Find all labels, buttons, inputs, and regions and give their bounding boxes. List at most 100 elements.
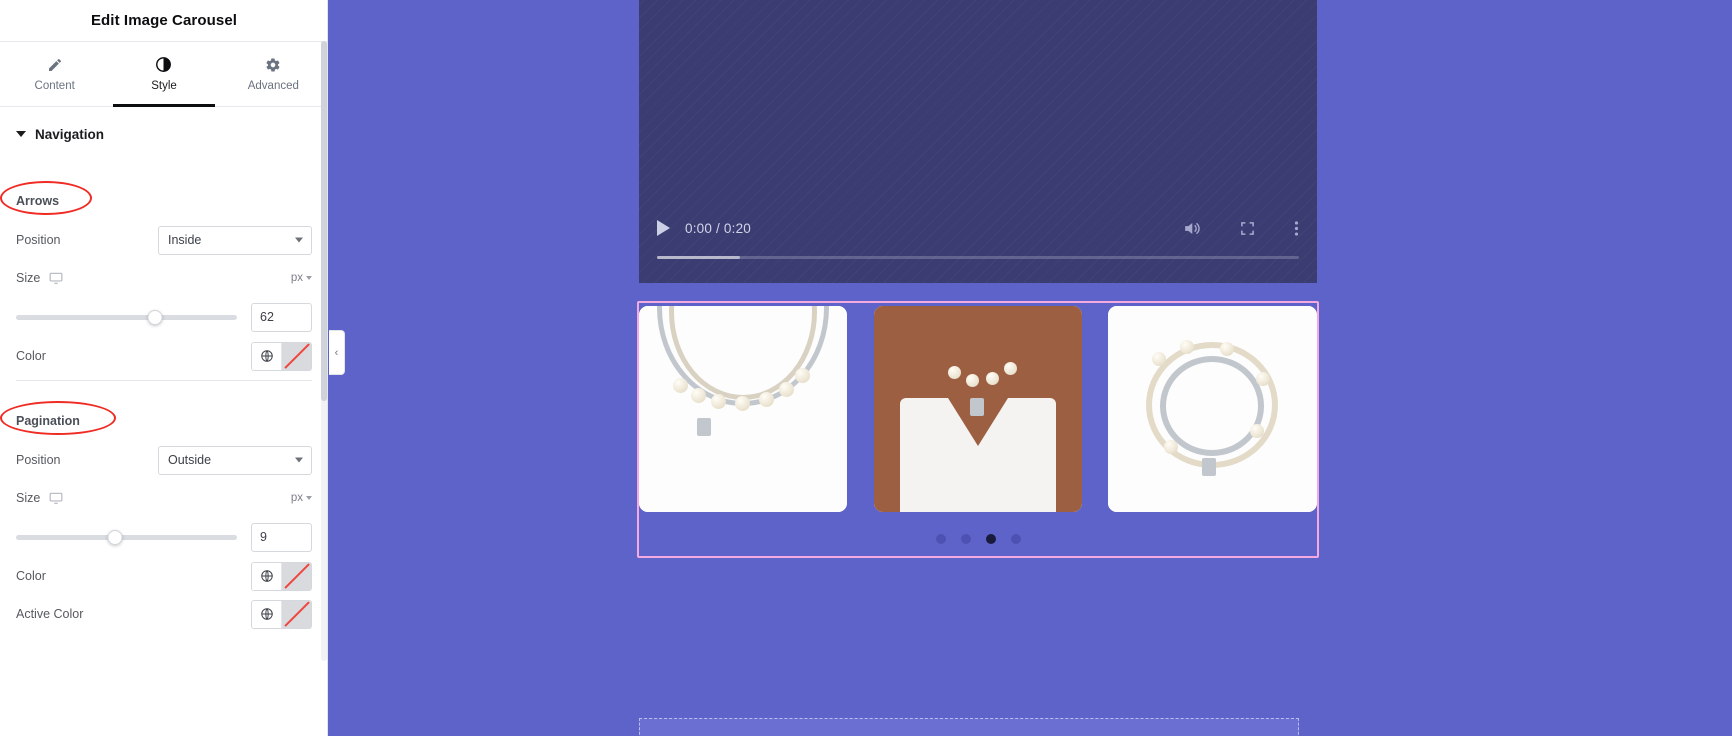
pagination-active-color-label: Active Color xyxy=(16,607,84,621)
pagination-position-select[interactable]: Outside xyxy=(158,445,312,475)
arrows-position-label: Position xyxy=(16,233,61,247)
preview-canvas: 0:00 / 0:20 xyxy=(328,0,1732,736)
slider-thumb[interactable] xyxy=(107,529,123,545)
pearl-bead xyxy=(948,366,961,379)
pagination-dot-2[interactable] xyxy=(960,534,971,544)
arrows-position-select-wrap: Inside xyxy=(158,225,312,255)
pagination-active-color-swatch-group xyxy=(251,599,312,629)
pagination-position-select-wrap: Outside xyxy=(158,445,312,475)
pencil-icon xyxy=(47,56,63,73)
pagination-color-row: Color xyxy=(16,557,312,595)
pearl-bead xyxy=(1220,342,1234,356)
pagination-position-label: Position xyxy=(16,453,61,467)
video-progress-bar[interactable] xyxy=(657,256,1299,259)
arrows-position-row: Position Inside xyxy=(16,221,312,259)
app-root: Edit Image Carousel Content Style Advanc… xyxy=(0,0,1732,736)
play-icon[interactable] xyxy=(657,220,670,236)
carousel-slide-2[interactable] xyxy=(874,306,1082,512)
lock-charm xyxy=(1202,458,1216,476)
pagination-active-color-row: Active Color xyxy=(16,595,312,633)
desktop-icon[interactable] xyxy=(49,491,63,505)
arrows-position-select[interactable]: Inside xyxy=(158,225,312,255)
pearl-bead xyxy=(986,372,999,385)
pagination-color-label: Color xyxy=(16,569,46,583)
pearl-bead xyxy=(691,388,706,403)
tab-content-label: Content xyxy=(34,80,75,92)
pagination-active-color-swatch[interactable] xyxy=(282,600,311,628)
slide-1-image xyxy=(639,306,847,512)
volume-icon[interactable] xyxy=(1182,219,1201,238)
pagination-size-label: Size xyxy=(16,491,291,505)
pearl-bead xyxy=(966,374,979,387)
pagination-dot-4[interactable] xyxy=(1010,534,1021,544)
bottom-placeholder-section[interactable] xyxy=(639,718,1299,736)
group-arrows: Arrows xyxy=(0,161,312,221)
slider-track xyxy=(16,314,237,320)
tab-advanced-label: Advanced xyxy=(247,80,299,92)
video-player[interactable]: 0:00 / 0:20 xyxy=(639,0,1317,283)
chevron-down-icon xyxy=(306,496,312,500)
gear-icon xyxy=(265,56,281,73)
pagination-color-swatch[interactable] xyxy=(282,562,311,590)
pearl-bead xyxy=(779,382,794,397)
pagination-size-input[interactable] xyxy=(251,522,312,552)
slide-2-image xyxy=(874,306,1082,512)
editor-panel: Edit Image Carousel Content Style Advanc… xyxy=(0,0,328,736)
chevron-left-icon: ‹ xyxy=(334,346,339,359)
video-controls-left: 0:00 / 0:20 xyxy=(657,220,751,236)
video-controls-right xyxy=(1182,219,1299,238)
pearl-bead xyxy=(673,378,688,393)
pagination-position-row: Position Outside xyxy=(16,441,312,479)
tab-content[interactable]: Content xyxy=(0,42,109,106)
group-arrows-title: Arrows xyxy=(16,194,60,208)
group-pagination: Pagination xyxy=(0,381,312,441)
pearl-bead xyxy=(1250,424,1264,438)
tab-style-label: Style xyxy=(151,80,177,92)
globe-icon[interactable] xyxy=(252,600,282,628)
arrows-color-row: Color xyxy=(16,337,312,375)
carousel-slide-1[interactable] xyxy=(639,306,847,512)
slider-thumb[interactable] xyxy=(147,309,163,325)
arrows-size-row: Size px xyxy=(16,259,312,297)
panel-tabs: Content Style Advanced xyxy=(0,41,328,107)
lock-charm xyxy=(697,418,711,436)
pearl-bead xyxy=(711,394,726,409)
arrows-size-unit[interactable]: px xyxy=(291,272,312,284)
video-time: 0:00 / 0:20 xyxy=(685,220,752,236)
carousel-pagination-dots xyxy=(639,534,1317,544)
pagination-size-unit[interactable]: px xyxy=(291,492,312,504)
contrast-icon xyxy=(155,56,172,73)
fullscreen-icon[interactable] xyxy=(1239,220,1256,237)
arrows-size-label: Size xyxy=(16,271,291,285)
arrows-size-input[interactable] xyxy=(251,302,312,332)
tab-advanced[interactable]: Advanced xyxy=(219,42,328,106)
lock-charm xyxy=(970,398,984,416)
video-progress-buffer xyxy=(657,256,741,259)
pagination-dot-3[interactable] xyxy=(985,534,996,544)
chevron-down-icon xyxy=(306,276,312,280)
desktop-icon[interactable] xyxy=(49,271,63,285)
section-navigation[interactable]: Navigation xyxy=(0,107,328,161)
pagination-color-swatch-group xyxy=(251,561,312,591)
carousel-selection-frame[interactable] xyxy=(637,301,1319,558)
slide-3-image xyxy=(1108,306,1317,512)
pearl-bead xyxy=(795,368,810,383)
pearl-bead xyxy=(735,396,750,411)
pearl-bead xyxy=(1180,340,1194,354)
more-vertical-icon[interactable] xyxy=(1294,219,1299,238)
group-pagination-title: Pagination xyxy=(16,414,80,428)
pagination-dot-1[interactable] xyxy=(935,534,946,544)
carousel-slide-3[interactable] xyxy=(1108,306,1317,512)
arrows-color-swatch[interactable] xyxy=(282,342,311,370)
pagination-size-slider[interactable] xyxy=(16,529,237,545)
arrows-color-label: Color xyxy=(16,349,46,363)
arrows-size-slider[interactable] xyxy=(16,309,237,325)
page-title: Edit Image Carousel xyxy=(90,12,238,29)
pearl-bead xyxy=(1152,352,1166,366)
panel-collapse-handle[interactable]: ‹ xyxy=(329,330,345,375)
chevron-down-icon xyxy=(16,131,26,137)
pagination-size-slider-row xyxy=(16,517,312,557)
globe-icon[interactable] xyxy=(252,342,282,370)
globe-icon[interactable] xyxy=(252,562,282,590)
tab-style[interactable]: Style xyxy=(109,42,218,106)
